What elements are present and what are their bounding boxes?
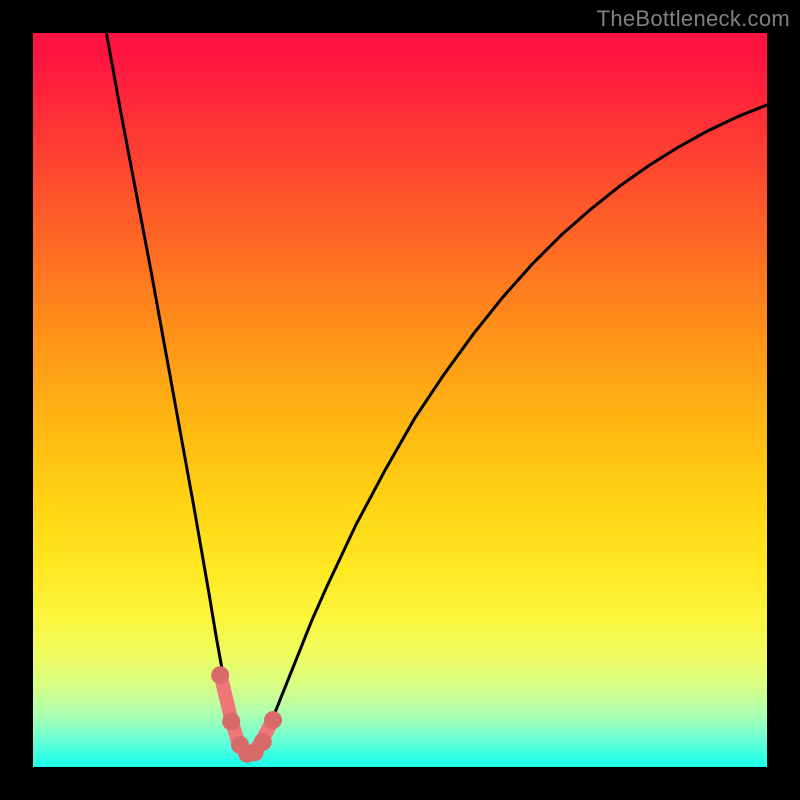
trough-dot bbox=[264, 711, 282, 729]
chart-svg bbox=[33, 33, 767, 767]
bottleneck-curve bbox=[106, 33, 767, 754]
chart-frame: TheBottleneck.com bbox=[0, 0, 800, 800]
watermark: TheBottleneck.com bbox=[597, 6, 790, 32]
plot-area bbox=[33, 33, 767, 767]
trough-dot bbox=[222, 712, 240, 730]
trough-dot bbox=[254, 733, 272, 751]
bottleneck-dots bbox=[211, 666, 282, 763]
trough-dot bbox=[211, 666, 229, 684]
